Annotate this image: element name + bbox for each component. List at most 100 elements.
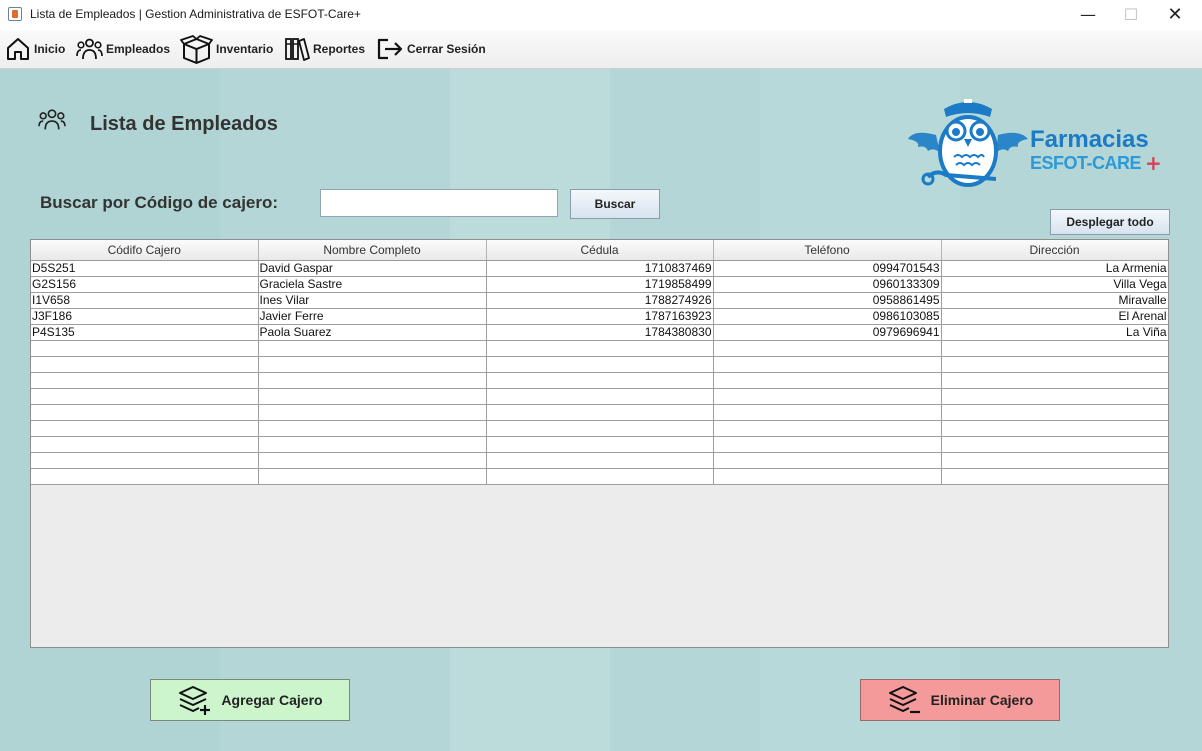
empty-cell[interactable] bbox=[258, 468, 487, 485]
empty-cell[interactable] bbox=[486, 452, 714, 469]
empty-cell[interactable] bbox=[31, 356, 259, 373]
empty-cell[interactable] bbox=[486, 468, 714, 485]
cell-cedula[interactable]: 1784380830 bbox=[486, 324, 714, 341]
empty-cell[interactable] bbox=[941, 468, 1168, 485]
empty-cell[interactable] bbox=[31, 420, 259, 437]
menu-cerrar-sesion[interactable]: Cerrar Sesión bbox=[376, 34, 486, 64]
empty-cell[interactable] bbox=[941, 388, 1168, 405]
empty-cell[interactable] bbox=[713, 372, 942, 389]
menu-reportes[interactable]: Reportes bbox=[284, 34, 365, 64]
empty-cell[interactable] bbox=[258, 404, 487, 421]
cell-telefono[interactable]: 0958861495 bbox=[713, 292, 942, 309]
close-button[interactable]: ✕ bbox=[1152, 0, 1198, 30]
empty-cell[interactable] bbox=[941, 420, 1168, 437]
empty-cell[interactable] bbox=[941, 372, 1168, 389]
search-input[interactable] bbox=[320, 189, 558, 217]
table-row-empty[interactable] bbox=[31, 340, 1168, 357]
empty-cell[interactable] bbox=[941, 340, 1168, 357]
empty-cell[interactable] bbox=[31, 436, 259, 453]
column-header-nombre[interactable]: Nombre Completo bbox=[258, 240, 487, 261]
cell-nombre[interactable]: Paola Suarez bbox=[258, 324, 487, 341]
table-row-empty[interactable] bbox=[31, 420, 1168, 437]
cell-codigo[interactable]: G2S156 bbox=[31, 276, 259, 293]
cell-telefono[interactable]: 0994701543 bbox=[713, 260, 942, 277]
empty-cell[interactable] bbox=[258, 452, 487, 469]
cell-direccion[interactable]: El Arenal bbox=[941, 308, 1168, 325]
empty-cell[interactable] bbox=[713, 452, 942, 469]
table-row-empty[interactable] bbox=[31, 404, 1168, 421]
cell-nombre[interactable]: Graciela Sastre bbox=[258, 276, 487, 293]
empty-cell[interactable] bbox=[941, 356, 1168, 373]
table-row-empty[interactable] bbox=[31, 452, 1168, 469]
menu-inventario[interactable]: Inventario bbox=[180, 34, 273, 64]
cell-cedula[interactable]: 1719858499 bbox=[486, 276, 714, 293]
table-row-empty[interactable] bbox=[31, 468, 1168, 485]
empty-cell[interactable] bbox=[486, 372, 714, 389]
table-row[interactable]: P4S135 Paola Suarez 1784380830 097969694… bbox=[31, 324, 1168, 341]
minimize-button[interactable]: — bbox=[1065, 0, 1111, 30]
delete-cashier-button[interactable]: Eliminar Cajero bbox=[860, 679, 1060, 721]
empty-cell[interactable] bbox=[258, 356, 487, 373]
table-row[interactable]: J3F186 Javier Ferre 1787163923 098610308… bbox=[31, 308, 1168, 325]
cell-nombre[interactable]: David Gaspar bbox=[258, 260, 487, 277]
empty-cell[interactable] bbox=[258, 372, 487, 389]
table-row-empty[interactable] bbox=[31, 388, 1168, 405]
table-row-empty[interactable] bbox=[31, 436, 1168, 453]
show-all-button[interactable]: Desplegar todo bbox=[1050, 209, 1170, 235]
empty-cell[interactable] bbox=[941, 436, 1168, 453]
column-header-cedula[interactable]: Cédula bbox=[486, 240, 714, 261]
table-row-empty[interactable] bbox=[31, 372, 1168, 389]
menu-empleados[interactable]: Empleados bbox=[76, 34, 170, 64]
column-header-direccion[interactable]: Dirección bbox=[941, 240, 1168, 261]
empty-cell[interactable] bbox=[31, 372, 259, 389]
empty-cell[interactable] bbox=[258, 436, 487, 453]
empty-cell[interactable] bbox=[258, 388, 487, 405]
cell-telefono[interactable]: 0986103085 bbox=[713, 308, 942, 325]
add-cashier-button[interactable]: Agregar Cajero bbox=[150, 679, 350, 721]
empty-cell[interactable] bbox=[31, 468, 259, 485]
cell-cedula[interactable]: 1787163923 bbox=[486, 308, 714, 325]
cell-direccion[interactable]: La Viña bbox=[941, 324, 1168, 341]
employees-table[interactable]: Códifo Cajero Nombre Completo Cédula Tel… bbox=[30, 239, 1169, 648]
cell-codigo[interactable]: P4S135 bbox=[31, 324, 259, 341]
empty-cell[interactable] bbox=[941, 452, 1168, 469]
empty-cell[interactable] bbox=[258, 420, 487, 437]
maximize-button[interactable]: ☐ bbox=[1108, 0, 1154, 30]
cell-direccion[interactable]: Miravalle bbox=[941, 292, 1168, 309]
empty-cell[interactable] bbox=[713, 340, 942, 357]
cell-codigo[interactable]: I1V658 bbox=[31, 292, 259, 309]
table-row[interactable]: I1V658 Ines Vilar 1788274926 0958861495 … bbox=[31, 292, 1168, 309]
empty-cell[interactable] bbox=[486, 436, 714, 453]
cell-nombre[interactable]: Ines Vilar bbox=[258, 292, 487, 309]
cell-codigo[interactable]: D5S251 bbox=[31, 260, 259, 277]
menu-inicio[interactable]: Inicio bbox=[5, 34, 65, 64]
cell-codigo[interactable]: J3F186 bbox=[31, 308, 259, 325]
empty-cell[interactable] bbox=[486, 356, 714, 373]
empty-cell[interactable] bbox=[713, 420, 942, 437]
empty-cell[interactable] bbox=[258, 340, 487, 357]
cell-cedula[interactable]: 1788274926 bbox=[486, 292, 714, 309]
search-button[interactable]: Buscar bbox=[570, 189, 660, 219]
empty-cell[interactable] bbox=[31, 340, 259, 357]
cell-nombre[interactable]: Javier Ferre bbox=[258, 308, 487, 325]
empty-cell[interactable] bbox=[31, 452, 259, 469]
empty-cell[interactable] bbox=[713, 388, 942, 405]
empty-cell[interactable] bbox=[486, 404, 714, 421]
empty-cell[interactable] bbox=[713, 436, 942, 453]
empty-cell[interactable] bbox=[486, 340, 714, 357]
table-row[interactable]: D5S251 David Gaspar 1710837469 099470154… bbox=[31, 260, 1168, 277]
table-row-empty[interactable] bbox=[31, 356, 1168, 373]
cell-telefono[interactable]: 0979696941 bbox=[713, 324, 942, 341]
empty-cell[interactable] bbox=[713, 468, 942, 485]
empty-cell[interactable] bbox=[713, 356, 942, 373]
empty-cell[interactable] bbox=[31, 404, 259, 421]
column-header-telefono[interactable]: Teléfono bbox=[713, 240, 942, 261]
empty-cell[interactable] bbox=[486, 388, 714, 405]
empty-cell[interactable] bbox=[941, 404, 1168, 421]
cell-direccion[interactable]: La Armenia bbox=[941, 260, 1168, 277]
cell-direccion[interactable]: Villa Vega bbox=[941, 276, 1168, 293]
empty-cell[interactable] bbox=[486, 420, 714, 437]
column-header-codigo[interactable]: Códifo Cajero bbox=[31, 240, 259, 261]
empty-cell[interactable] bbox=[713, 404, 942, 421]
empty-cell[interactable] bbox=[31, 388, 259, 405]
